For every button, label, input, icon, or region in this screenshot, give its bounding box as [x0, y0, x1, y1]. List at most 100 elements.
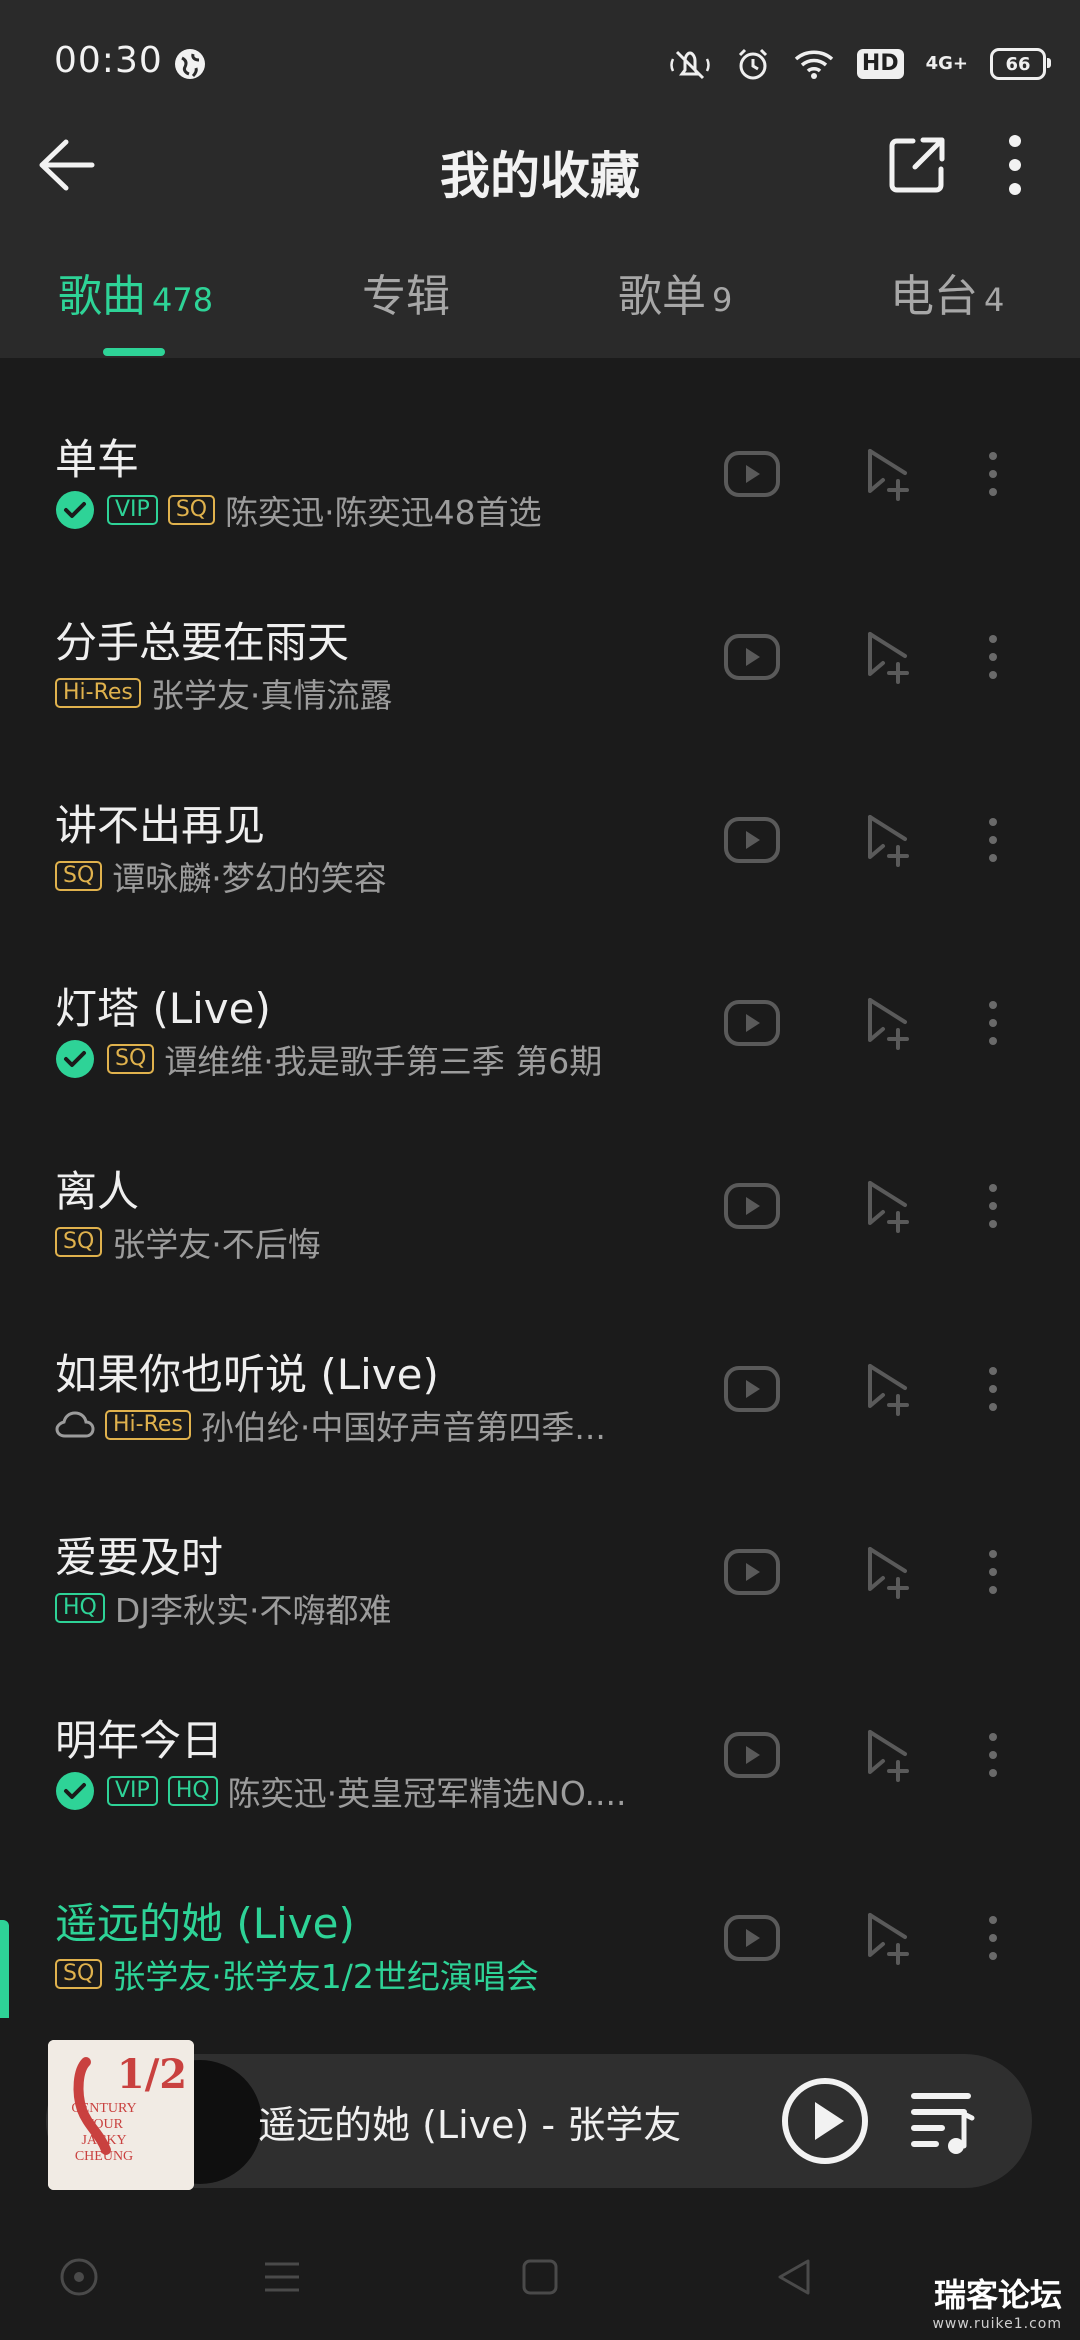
- song-more-button[interactable]: [978, 993, 1008, 1053]
- song-more-button[interactable]: [978, 810, 1008, 870]
- cloud-icon: [55, 1411, 95, 1438]
- song-more-button[interactable]: [978, 444, 1008, 504]
- tab-songs[interactable]: 歌曲 478: [58, 260, 213, 358]
- watermark-url: www.ruike1.com: [932, 2316, 1062, 2332]
- nav-recents-button[interactable]: [520, 2250, 560, 2304]
- network-badge: 4G+: [925, 53, 968, 74]
- mv-button[interactable]: [720, 444, 784, 504]
- mv-button[interactable]: [720, 1908, 784, 1968]
- mv-button[interactable]: [720, 627, 784, 687]
- mv-icon: [724, 817, 780, 863]
- list-item[interactable]: 如果你也听说 (Live) Hi-Res 孙伯纶·中国好声音第四季...: [0, 1273, 1080, 1456]
- song-more-button[interactable]: [978, 627, 1008, 687]
- song-list: 单车 VIP SQ 陈奕迅·陈奕迅48首选 分手总要在雨天 Hi-Res 张学友…: [0, 358, 1080, 2018]
- add-to-playlist-button[interactable]: [860, 627, 920, 687]
- play-button[interactable]: [780, 2076, 870, 2166]
- mv-button[interactable]: [720, 1725, 784, 1785]
- tab-label: 专辑: [362, 271, 450, 322]
- back-arrow-icon: [39, 139, 95, 191]
- sq-badge: SQ: [107, 1044, 155, 1074]
- tab-count: 4: [984, 281, 1005, 319]
- nav-recents-icon: [522, 2259, 558, 2295]
- mute-icon: [670, 50, 710, 80]
- list-item[interactable]: 灯塔 (Live) SQ 谭维维·我是歌手第三季 第6期: [0, 907, 1080, 1090]
- header: 00:30 HD 4G+ 66 我的收藏 歌曲 478 专辑 歌单 9 电台 4: [0, 0, 1080, 358]
- list-item[interactable]: 离人 SQ 张学友·不后悔: [0, 1090, 1080, 1273]
- nav-home-button[interactable]: [54, 2250, 104, 2304]
- mv-button[interactable]: [720, 1359, 784, 1419]
- list-item[interactable]: 爱要及时 HQ DJ李秋实·不嗨都难: [0, 1456, 1080, 1639]
- vip-badge: VIP: [107, 495, 158, 525]
- mv-button[interactable]: [720, 1176, 784, 1236]
- tab-bar: 歌曲 478 专辑 歌单 9 电台 4: [0, 260, 1080, 358]
- add-to-playlist-button[interactable]: [860, 444, 920, 504]
- tab-playlists[interactable]: 歌单 9: [618, 260, 732, 358]
- more-vertical-icon: [989, 452, 997, 496]
- more-vertical-icon: [989, 1367, 997, 1411]
- song-meta: Hi-Res 孙伯纶·中国好声音第四季...: [55, 1405, 606, 1447]
- nav-menu-button[interactable]: [262, 2250, 302, 2304]
- song-more-button[interactable]: [978, 1359, 1008, 1419]
- add-to-playlist-button[interactable]: [860, 810, 920, 870]
- song-more-button[interactable]: [978, 1176, 1008, 1236]
- add-to-playlist-button[interactable]: [860, 993, 920, 1053]
- more-vertical-icon: [989, 818, 997, 862]
- song-more-button[interactable]: [978, 1908, 1008, 1968]
- now-playing-indicator: [0, 1920, 9, 2018]
- vip-badge: VIP: [107, 1776, 158, 1806]
- list-item[interactable]: 讲不出再见 SQ 谭咏麟·梦幻的笑容: [0, 724, 1080, 907]
- add-to-playlist-button[interactable]: [860, 1542, 920, 1602]
- list-item[interactable]: 明年今日 VIP HQ 陈奕迅·英皇冠军精选NO....: [0, 1639, 1080, 1822]
- tab-albums[interactable]: 专辑: [362, 260, 456, 358]
- album-art[interactable]: 1/2 CENTURY TOUR JACKY CHEUNG: [48, 2040, 194, 2190]
- list-item[interactable]: 分手总要在雨天 Hi-Res 张学友·真情流露: [0, 541, 1080, 724]
- song-more-button[interactable]: [978, 1725, 1008, 1785]
- more-options-button[interactable]: [1000, 130, 1030, 200]
- mv-button[interactable]: [720, 1542, 784, 1602]
- alarm-icon: [738, 48, 767, 80]
- mv-icon: [724, 1732, 780, 1778]
- add-to-playlist-icon: [868, 449, 909, 501]
- album-text-line2: TOUR: [85, 2117, 124, 2132]
- watermark: 瑞客论坛 www.ruike1.com: [932, 2270, 1062, 2332]
- nav-back-icon: [778, 2259, 810, 2295]
- album-text-line1: CENTURY: [71, 2101, 136, 2116]
- add-to-playlist-icon: [868, 1364, 909, 1416]
- add-to-playlist-icon: [868, 1913, 909, 1965]
- tab-radio[interactable]: 电台 4: [890, 260, 1004, 358]
- back-button[interactable]: [26, 130, 106, 200]
- song-subtitle: 谭维维·我是歌手第三季 第6期: [164, 1042, 603, 1081]
- playlist-button[interactable]: [908, 2084, 978, 2158]
- tab-label: 电台: [890, 271, 978, 322]
- tab-count: 478: [152, 281, 214, 319]
- more-vertical-icon: [989, 1550, 997, 1594]
- add-to-playlist-button[interactable]: [860, 1908, 920, 1968]
- more-vertical-icon: [989, 635, 997, 679]
- album-text-line4: CHEUNG: [75, 2149, 133, 2164]
- mv-button[interactable]: [720, 810, 784, 870]
- status-icons: HD 4G+ 66: [667, 44, 1051, 84]
- more-vertical-icon: [989, 1916, 997, 1960]
- song-meta: SQ 谭维维·我是歌手第三季 第6期: [55, 1039, 602, 1081]
- globe-icon: [175, 49, 205, 79]
- add-to-playlist-icon: [868, 815, 909, 867]
- more-vertical-icon: [989, 1184, 997, 1228]
- add-to-playlist-button[interactable]: [860, 1725, 920, 1785]
- song-title: 单车: [55, 435, 140, 484]
- song-subtitle: 谭咏麟·梦幻的笑容: [112, 859, 387, 898]
- mini-player[interactable]: 1/2 CENTURY TOUR JACKY CHEUNG 遥远的她 (Live…: [46, 2040, 1032, 2190]
- add-to-playlist-button[interactable]: [860, 1359, 920, 1419]
- nav-back-button[interactable]: [774, 2250, 814, 2304]
- list-item-now-playing[interactable]: 遥远的她 (Live) SQ 张学友·张学友1/2世纪演唱会: [0, 1822, 1080, 2018]
- album-cover-image: 1/2 CENTURY TOUR JACKY CHEUNG: [48, 2040, 194, 2190]
- list-item[interactable]: 单车 VIP SQ 陈奕迅·陈奕迅48首选: [0, 358, 1080, 541]
- mv-icon: [724, 1549, 780, 1595]
- song-more-button[interactable]: [978, 1542, 1008, 1602]
- check-circle-icon: [56, 1040, 94, 1078]
- share-button[interactable]: [872, 130, 962, 200]
- song-title: 爱要及时: [55, 1533, 224, 1582]
- mv-icon: [724, 451, 780, 497]
- song-subtitle: 张学友·张学友1/2世纪演唱会: [112, 1957, 539, 1996]
- add-to-playlist-button[interactable]: [860, 1176, 920, 1236]
- mv-button[interactable]: [720, 993, 784, 1053]
